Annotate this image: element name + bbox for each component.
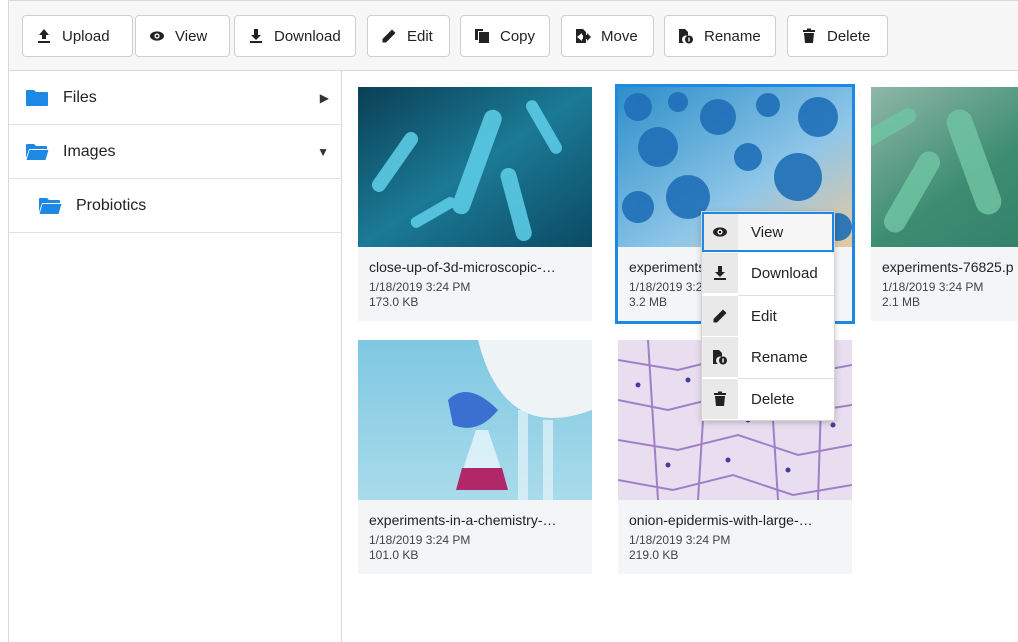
file-name: experiments-76825.p <box>882 259 1014 275</box>
copy-icon <box>475 29 489 43</box>
download-icon <box>250 29 262 43</box>
file-date: 1/18/2019 3:24 PM <box>369 280 471 294</box>
context-menu: View Download Edit Rename Delete <box>701 211 835 421</box>
move-label: Move <box>601 27 638 45</box>
trash-icon <box>702 379 738 419</box>
file-manager: Upload View Download Edit Copy Move Rena… <box>8 0 1018 642</box>
tree-item-label: Files <box>63 88 97 106</box>
file-card[interactable]: close-up-of-3d-microscopic-… 1/18/2019 3… <box>358 87 592 321</box>
thumbnail-bacteria <box>358 87 592 247</box>
upload-icon <box>38 29 50 43</box>
context-edit[interactable]: Edit <box>702 296 834 336</box>
file-size: 219.0 KB <box>629 548 679 562</box>
file-grid: close-up-of-3d-microscopic-… 1/18/2019 3… <box>342 71 1018 642</box>
file-date: 1/18/2019 3:2 <box>629 280 703 294</box>
tree-item-files[interactable]: Files ▶ <box>9 71 341 125</box>
file-name: onion-epidermis-with-large-… <box>629 512 813 528</box>
context-label: Edit <box>751 307 777 325</box>
trash-icon <box>803 28 815 43</box>
thumbnail-green-cells <box>871 87 1018 247</box>
tree-item-label: Images <box>63 142 116 160</box>
file-card[interactable]: experiments-in-a-chemistry-… 1/18/2019 3… <box>358 340 592 574</box>
context-label: View <box>751 223 784 241</box>
delete-button[interactable]: Delete <box>787 15 888 57</box>
context-label: Rename <box>751 348 808 366</box>
rename-label: Rename <box>704 27 761 45</box>
file-date: 1/18/2019 3:24 PM <box>629 533 731 547</box>
download-icon <box>702 253 738 293</box>
tree-item-images[interactable]: Images ▼ <box>9 125 341 179</box>
file-size: 2.1 MB <box>882 295 921 309</box>
copy-label: Copy <box>500 27 536 45</box>
thumbnail-chemistry <box>358 340 592 500</box>
file-date: 1/18/2019 3:24 PM <box>882 280 984 294</box>
eye-icon <box>150 31 164 41</box>
eye-icon <box>702 212 738 252</box>
file-size: 173.0 KB <box>369 295 419 309</box>
edit-label: Edit <box>407 27 433 45</box>
rename-icon <box>679 29 693 44</box>
tree-item-probiotics[interactable]: Probiotics <box>9 179 341 233</box>
file-card[interactable]: experiments-76825.p 1/18/2019 3:24 PM 2.… <box>871 87 1018 321</box>
tree-item-label: Probiotics <box>76 196 147 214</box>
context-download[interactable]: Download <box>702 253 834 293</box>
delete-label: Delete <box>827 27 871 45</box>
upload-button[interactable]: Upload <box>22 15 133 57</box>
file-date: 1/18/2019 3:24 PM <box>369 533 471 547</box>
context-label: Delete <box>751 390 795 408</box>
folder-icon <box>26 89 48 106</box>
context-view[interactable]: View <box>702 212 834 252</box>
view-button[interactable]: View <box>135 15 230 57</box>
move-icon <box>576 29 591 43</box>
toolbar: Upload View Download Edit Copy Move Rena… <box>9 1 1018 71</box>
expand-arrow-icon[interactable]: ▶ <box>320 91 329 105</box>
folder-open-icon <box>26 143 49 160</box>
folder-open-icon <box>39 197 62 214</box>
file-size: 101.0 KB <box>369 548 419 562</box>
context-label: Download <box>751 264 818 282</box>
view-label: View <box>175 27 208 45</box>
upload-label: Upload <box>62 27 110 45</box>
rename-icon <box>702 337 738 377</box>
download-label: Download <box>274 27 341 45</box>
file-name: close-up-of-3d-microscopic-… <box>369 259 556 275</box>
pencil-icon <box>382 29 396 43</box>
context-rename[interactable]: Rename <box>702 337 834 377</box>
rename-button[interactable]: Rename <box>664 15 776 57</box>
collapse-arrow-icon[interactable]: ▼ <box>317 145 329 159</box>
context-delete[interactable]: Delete <box>702 379 834 419</box>
copy-button[interactable]: Copy <box>460 15 550 57</box>
folder-tree: Files ▶ Images ▼ Probiotics <box>9 71 342 642</box>
file-name: experiments-in-a-chemistry-… <box>369 512 557 528</box>
edit-button[interactable]: Edit <box>367 15 450 57</box>
file-size: 3.2 MB <box>629 295 668 309</box>
move-button[interactable]: Move <box>561 15 654 57</box>
download-button[interactable]: Download <box>234 15 356 57</box>
pencil-icon <box>702 296 738 336</box>
